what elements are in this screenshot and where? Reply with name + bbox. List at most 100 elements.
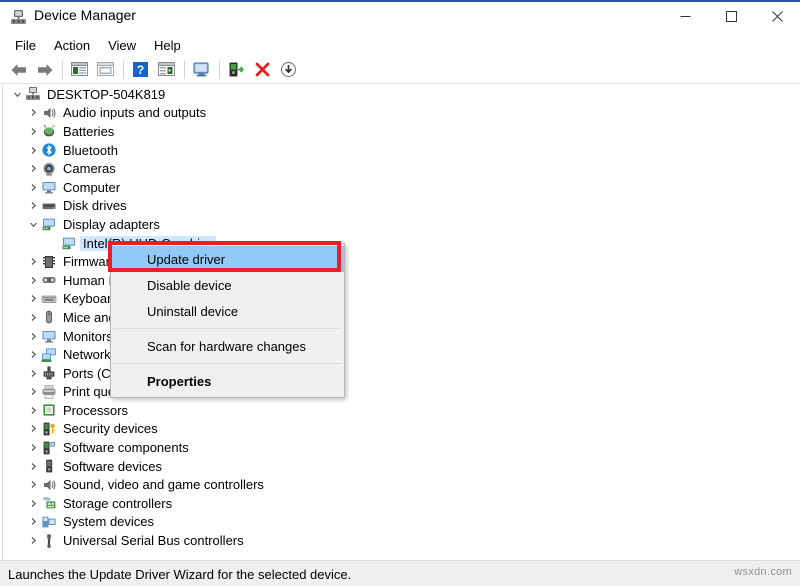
tree-item-disk-drives[interactable]: Disk drives: [3, 197, 798, 216]
chevron-right-icon[interactable]: [25, 272, 41, 288]
tree-item-cameras[interactable]: Cameras: [3, 159, 798, 178]
menu-help[interactable]: Help: [145, 36, 190, 55]
forward-arrow-icon: [37, 63, 52, 76]
minimize-icon: [680, 16, 690, 17]
svg-text:?: ?: [137, 63, 144, 77]
network-adapter-icon: [41, 347, 57, 363]
chevron-right-icon[interactable]: [25, 347, 41, 363]
tree-item-label: Cameras: [63, 161, 116, 177]
chevron-right-icon[interactable]: [25, 309, 41, 325]
tree-item-batteries[interactable]: Batteries: [3, 122, 798, 141]
tree-item-label: Disk drives: [63, 198, 127, 214]
back-button[interactable]: [6, 58, 31, 82]
toolbar-separator-3: [184, 60, 185, 79]
update-driver-icon: [229, 62, 244, 77]
chevron-down-icon[interactable]: [25, 216, 41, 232]
tree-item-universal-serial-bus-controllers[interactable]: Universal Serial Bus controllers: [3, 531, 798, 550]
tree-item-security-devices[interactable]: Security devices: [3, 420, 798, 439]
chevron-right-icon[interactable]: [25, 458, 41, 474]
tree-item-bluetooth[interactable]: Bluetooth: [3, 141, 798, 160]
tree-item-label: Monitors: [63, 328, 113, 344]
title-bar: Device Manager: [0, 0, 800, 34]
chevron-right-icon[interactable]: [25, 514, 41, 530]
chevron-right-icon[interactable]: [25, 291, 41, 307]
display-adapter-icon: [41, 216, 57, 232]
chevron-down-icon[interactable]: [9, 86, 25, 102]
tree-item-display-adapters[interactable]: Display adapters: [3, 215, 798, 234]
mouse-icon: [41, 309, 57, 325]
console-tree-icon: [71, 62, 88, 76]
tree-item-system-devices[interactable]: System devices: [3, 513, 798, 532]
context-menu-item-label: Update driver: [147, 251, 226, 267]
uninstall-red-x-icon: [255, 62, 270, 77]
camera-icon: [41, 161, 57, 177]
chevron-right-icon[interactable]: [25, 179, 41, 195]
context-menu-item-uninstall-device[interactable]: Uninstall device: [111, 298, 344, 324]
chevron-right-icon[interactable]: [25, 123, 41, 139]
tree-item-label: Sound, video and game controllers: [63, 477, 264, 493]
tree-panel-bottom-edge: [2, 545, 3, 560]
chevron-right-icon[interactable]: [25, 495, 41, 511]
disable-device-button[interactable]: [276, 58, 301, 82]
forward-button[interactable]: [32, 58, 57, 82]
context-menu-item-label: Uninstall device: [147, 303, 239, 319]
menu-file[interactable]: File: [6, 36, 45, 55]
menu-action[interactable]: Action: [45, 36, 99, 55]
device-manager-window: Device Manager File Action View Help ? D…: [0, 0, 800, 586]
chevron-right-icon[interactable]: [25, 105, 41, 121]
show-hide-action-pane-button[interactable]: [154, 58, 179, 82]
tree-item-audio-inputs-and-outputs[interactable]: Audio inputs and outputs: [3, 104, 798, 123]
tree-item-label: Security devices: [63, 421, 158, 437]
maximize-button[interactable]: [708, 1, 754, 32]
port-icon: [41, 365, 57, 381]
close-button[interactable]: [754, 1, 800, 32]
show-hide-console-tree-button[interactable]: [67, 58, 92, 82]
tree-item-label: Computer: [63, 179, 121, 195]
chevron-right-icon[interactable]: [25, 440, 41, 456]
tree-root-row[interactable]: DESKTOP-504K819: [3, 85, 798, 104]
uninstall-device-button[interactable]: [250, 58, 275, 82]
chevron-right-icon[interactable]: [25, 384, 41, 400]
software-component-icon: [41, 440, 57, 456]
tree-item-software-devices[interactable]: Software devices: [3, 457, 798, 476]
context-menu[interactable]: Update driver Disable device Uninstall d…: [110, 243, 345, 398]
chevron-right-icon[interactable]: [25, 161, 41, 177]
chevron-right-icon[interactable]: [25, 254, 41, 270]
status-bar: Launches the Update Driver Wizard for th…: [0, 560, 800, 586]
context-menu-item-disable-device[interactable]: Disable device: [111, 272, 344, 298]
security-key-icon: [41, 421, 57, 437]
context-menu-item-label: Properties: [147, 373, 212, 389]
chevron-right-icon[interactable]: [25, 402, 41, 418]
menu-view[interactable]: View: [99, 36, 145, 55]
tree-item-label: Storage controllers: [63, 495, 173, 511]
context-menu-separator: [113, 328, 342, 329]
tree-item-software-components[interactable]: Software components: [3, 438, 798, 457]
chevron-right-icon[interactable]: [25, 477, 41, 493]
context-menu-item-scan-for-hardware-changes[interactable]: Scan for hardware changes: [111, 333, 344, 359]
update-driver-button[interactable]: [224, 58, 249, 82]
tree-item-storage-controllers[interactable]: Storage controllers: [3, 494, 798, 513]
chevron-right-icon[interactable]: [25, 198, 41, 214]
window-controls: [662, 1, 800, 32]
tree-item-processors[interactable]: Processors: [3, 401, 798, 420]
toolbar: ?: [0, 56, 800, 84]
chevron-right-icon[interactable]: [25, 328, 41, 344]
chevron-right-icon[interactable]: [25, 365, 41, 381]
context-menu-item-update-driver[interactable]: Update driver: [111, 246, 344, 272]
context-menu-item-properties[interactable]: Properties: [111, 368, 344, 394]
chevron-right-icon[interactable]: [25, 533, 41, 549]
properties-button[interactable]: [93, 58, 118, 82]
minimize-button[interactable]: [662, 1, 708, 32]
tree-item-sound-video-and-game-controllers[interactable]: Sound, video and game controllers: [3, 475, 798, 494]
monitor-icon: [41, 328, 57, 344]
help-button[interactable]: ?: [128, 58, 153, 82]
tree-item-label: Batteries: [63, 123, 115, 139]
close-icon: [771, 11, 783, 22]
context-menu-item-label: Scan for hardware changes: [147, 338, 306, 354]
chevron-right-icon[interactable]: [25, 421, 41, 437]
context-menu-separator: [113, 363, 342, 364]
scan-for-hardware-changes-button[interactable]: [189, 58, 214, 82]
tree-item-computer[interactable]: Computer: [3, 178, 798, 197]
chevron-right-icon[interactable]: [25, 142, 41, 158]
system-device-icon: [41, 514, 57, 530]
